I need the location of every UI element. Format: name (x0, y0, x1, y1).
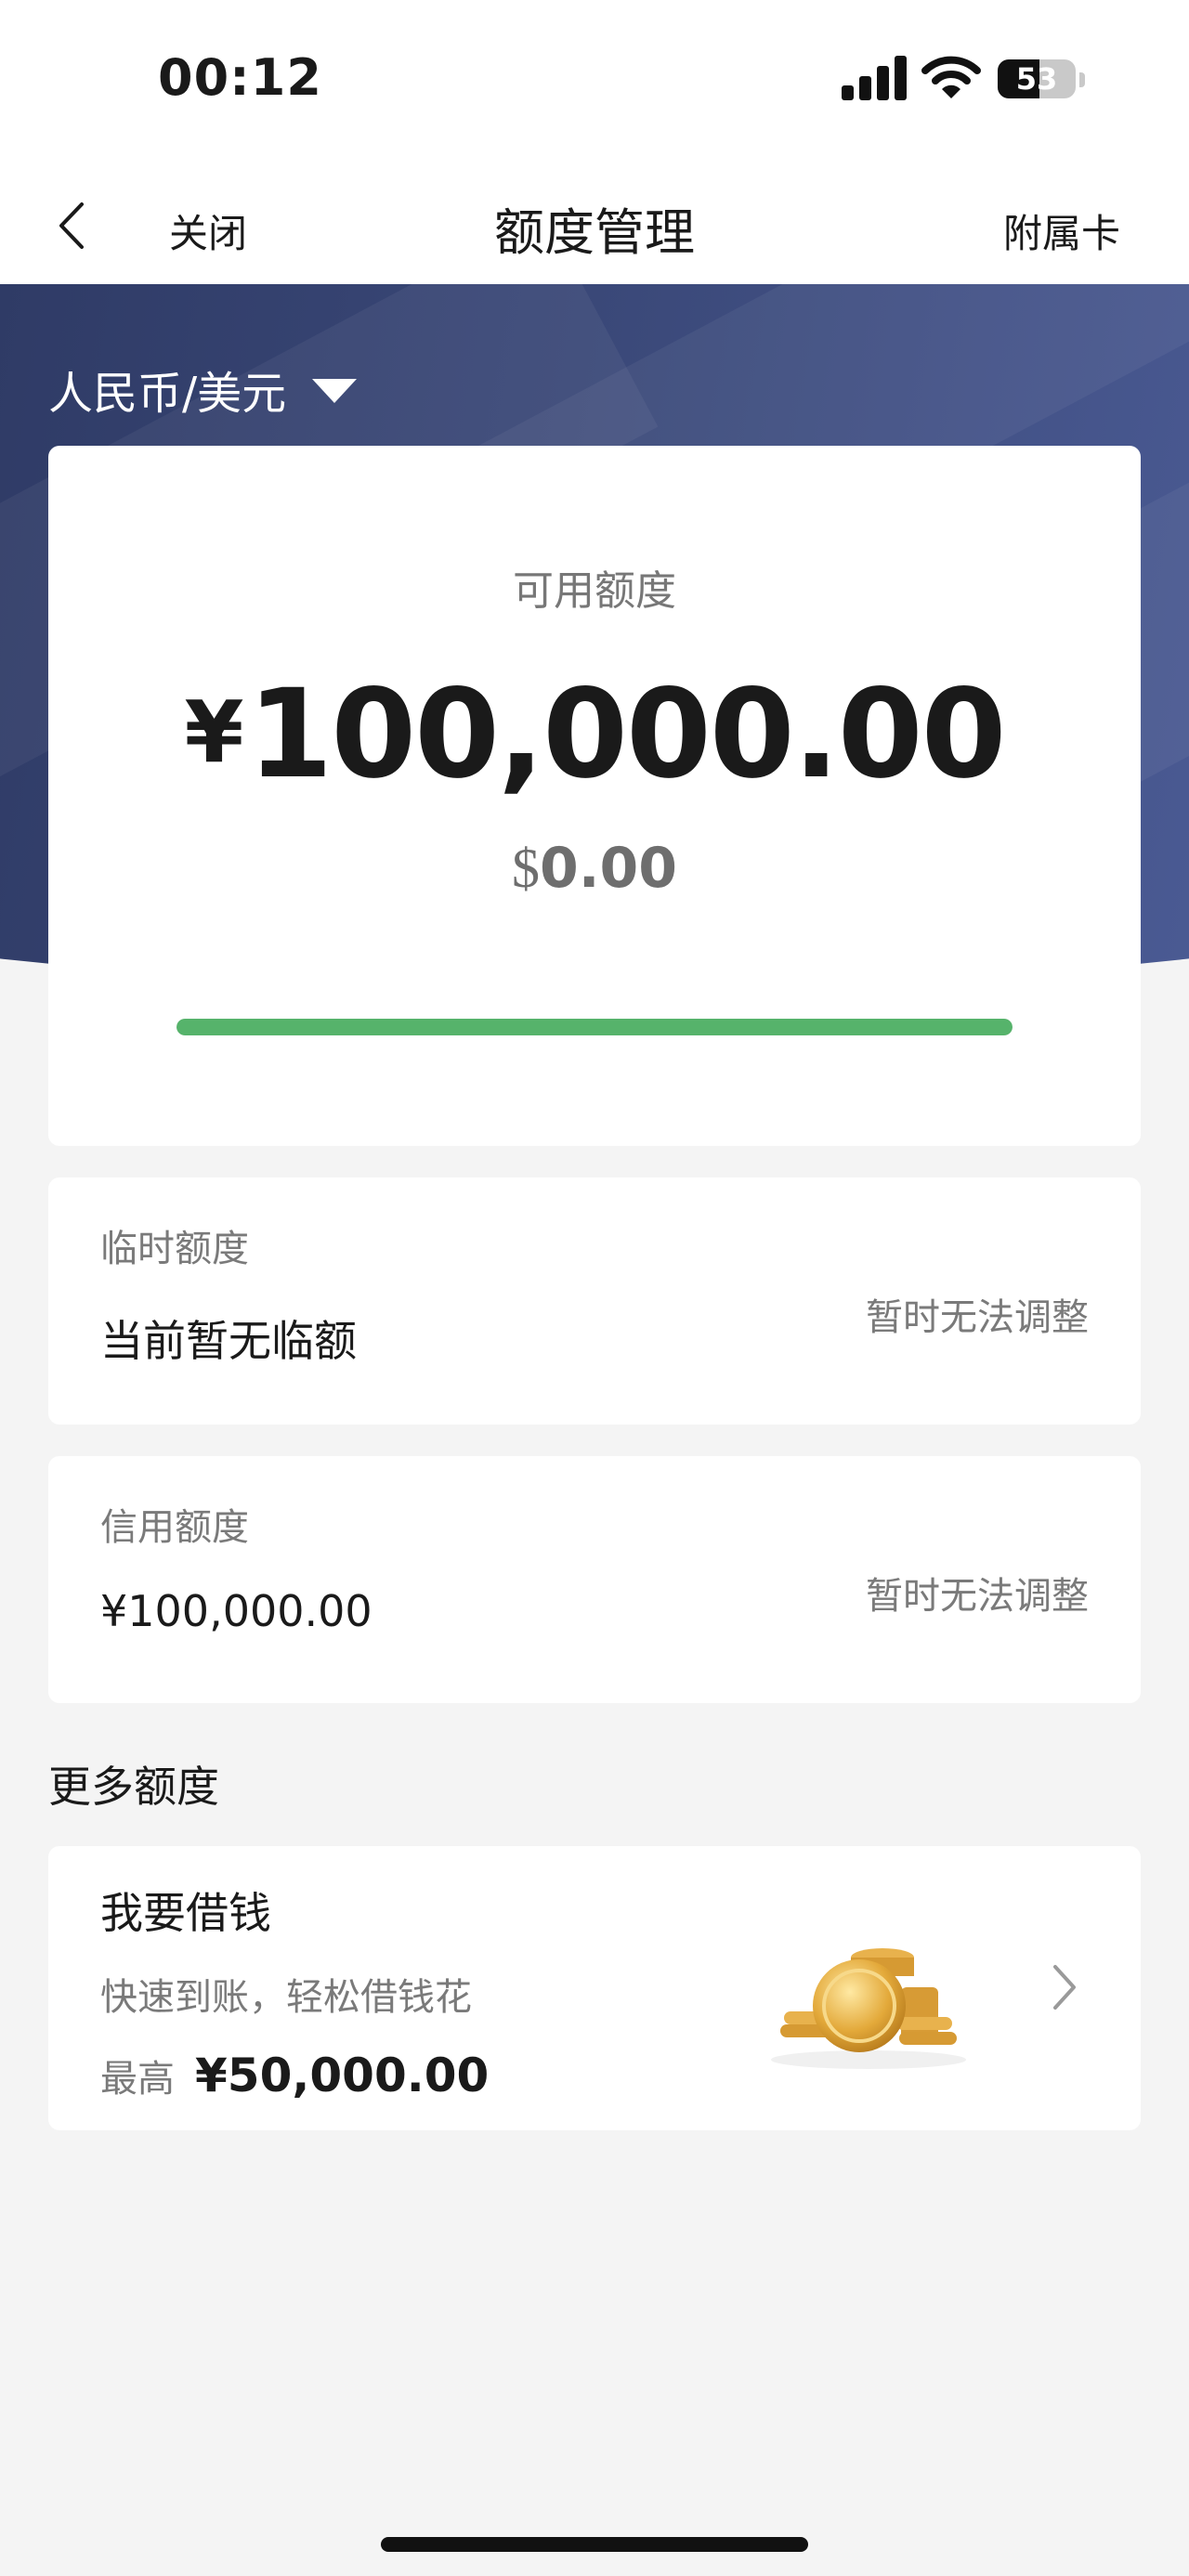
temp-limit-adjust: 暂时无法调整 (866, 1296, 1089, 1339)
temp-limit-value: 当前暂无临额 (100, 1316, 357, 1366)
supplementary-card-button[interactable]: 附属卡 (1003, 202, 1120, 259)
cny-value: 100,000.00 (247, 663, 1006, 806)
borrow-money-max: 最高 ¥50,000.00 (100, 2049, 489, 2102)
chevron-left-icon[interactable] (54, 201, 91, 251)
page-title: 额度管理 (494, 203, 695, 262)
signal-icon (842, 56, 907, 100)
borrow-max-value: ¥50,000.00 (195, 2049, 490, 2102)
available-usd-amount: $0.00 (48, 836, 1141, 901)
usd-value: 0.00 (539, 836, 678, 901)
gold-coins-icon (771, 1948, 966, 2069)
borrow-max-label: 最高 (100, 2058, 175, 2101)
close-button[interactable]: 关闭 (169, 202, 247, 259)
battery-tip (1079, 72, 1085, 87)
status-time: 00:12 (158, 48, 322, 107)
temp-limit-title: 临时额度 (100, 1228, 249, 1270)
credit-limit-title: 信用额度 (100, 1506, 249, 1549)
available-limit-label: 可用额度 (513, 567, 676, 615)
caret-down-icon (312, 379, 358, 403)
chevron-right-icon[interactable] (1048, 1961, 1081, 2013)
battery-level: 53 (1015, 61, 1058, 97)
dollar-symbol: $ (511, 838, 540, 899)
wifi-icon (921, 56, 981, 98)
limit-progress-bar (176, 1019, 1013, 1035)
credit-limit-adjust: 暂时无法调整 (866, 1575, 1089, 1618)
currency-selector[interactable]: 人民币/美元 (48, 357, 358, 422)
home-indicator (381, 2537, 808, 2552)
more-limits-title: 更多额度 (48, 1762, 219, 1812)
currency-selector-label: 人民币/美元 (48, 368, 287, 420)
limit-progress-fill (176, 1019, 1013, 1035)
available-cny-amount: ¥100,000.00 (48, 654, 1141, 813)
battery-icon: 53 (998, 59, 1076, 98)
borrow-money-title: 我要借钱 (100, 1888, 271, 1938)
borrow-money-description: 快速到账，轻松借钱花 (100, 1976, 472, 2019)
credit-limit-value: ¥100,000.00 (100, 1586, 372, 1636)
yen-symbol: ¥ (184, 683, 243, 782)
